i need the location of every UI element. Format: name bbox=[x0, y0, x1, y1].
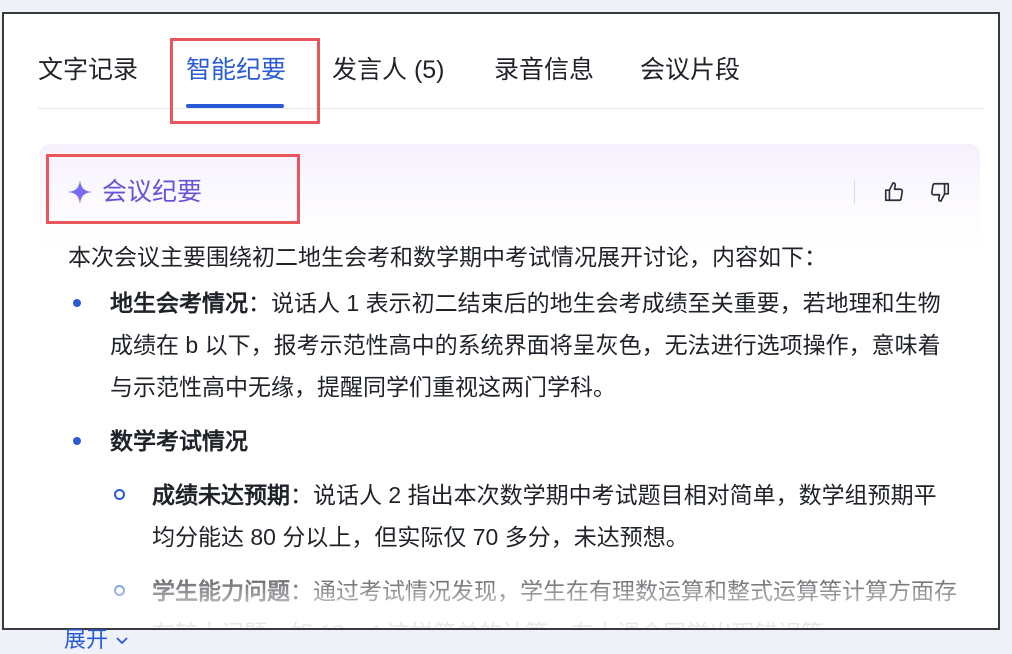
tab-meeting-clips[interactable]: 会议片段 bbox=[640, 54, 740, 86]
expand-label: 展开 bbox=[64, 627, 109, 652]
thumbs-up-button[interactable] bbox=[880, 178, 908, 206]
point-heading: 数学考试情况 bbox=[110, 428, 248, 454]
summary-point: 数学考试情况 bbox=[68, 420, 958, 462]
expand-button[interactable]: 展开 bbox=[64, 626, 130, 654]
meeting-panel: 文字记录 智能纪要 发言人 (5) 录音信息 会议片段 会议纪要 本次会议主要围… bbox=[2, 12, 1000, 630]
summary-content: 本次会议主要围绕初二地生会考和数学期中考试情况展开讨论，内容如下： 地生会考情况… bbox=[68, 236, 958, 628]
thumbs-up-icon bbox=[884, 182, 904, 202]
summary-card: 会议纪要 本次会议主要围绕初二地生会考和数学期中考试情况展开讨论，内容如下： 地… bbox=[40, 144, 980, 628]
summary-card-title: 会议纪要 bbox=[102, 178, 203, 206]
sub-point-heading: 学生能力问题 bbox=[152, 578, 290, 604]
summary-sub-point: 学生能力问题：通过考试情况发现，学生在有理数运算和整式运算等计算方面存在较大问题… bbox=[68, 570, 958, 628]
summary-card-header: 会议纪要 bbox=[66, 176, 202, 208]
tab-bar: 文字记录 智能纪要 发言人 (5) 录音信息 会议片段 bbox=[38, 14, 984, 109]
header-divider bbox=[854, 180, 855, 204]
summary-sub-point: 成绩未达预期：说话人 2 指出本次数学期中考试题目相对简单，数学组预期平均分能达… bbox=[68, 474, 958, 558]
summary-intro: 本次会议主要围绕初二地生会考和数学期中考试情况展开讨论，内容如下： bbox=[68, 244, 827, 270]
thumbs-down-icon bbox=[930, 182, 950, 202]
tab-recording-info[interactable]: 录音信息 bbox=[494, 54, 594, 86]
sub-point-heading: 成绩未达预期 bbox=[152, 482, 290, 508]
chevron-down-icon bbox=[116, 637, 128, 645]
summary-point: 地生会考情况：说话人 1 表示初二结束后的地生会考成绩至关重要，若地理和生物成绩… bbox=[68, 282, 958, 408]
sparkle-icon bbox=[68, 180, 92, 204]
tab-transcript[interactable]: 文字记录 bbox=[38, 54, 138, 86]
point-heading: 地生会考情况 bbox=[110, 290, 248, 316]
thumbs-down-button[interactable] bbox=[926, 178, 954, 206]
active-tab-indicator bbox=[186, 104, 284, 108]
tab-speakers[interactable]: 发言人 (5) bbox=[332, 54, 445, 86]
tab-smart-summary[interactable]: 智能纪要 bbox=[186, 54, 286, 86]
